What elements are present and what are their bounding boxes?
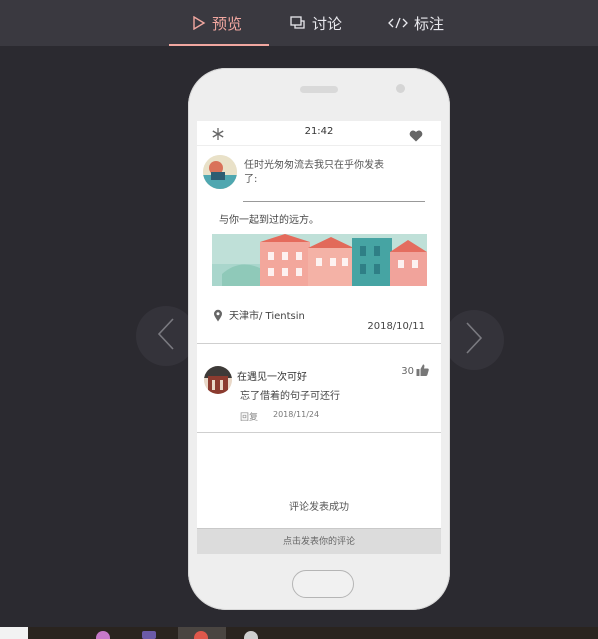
phone-speaker [300,86,338,93]
post-date: 2018/10/11 [367,321,425,332]
chat-icon [290,16,306,30]
comment-like-button[interactable]: 30 [401,364,429,379]
comment-input-bar[interactable]: 点击发表你的评论 [197,528,441,554]
prev-button[interactable] [136,306,196,366]
tab-preview[interactable]: 预览 [192,0,242,46]
top-bar: 预览 讨论 标注 [0,0,598,46]
comment-date: 2018/11/24 [273,410,320,419]
taskbar [0,627,598,639]
post-text: 与你一起到过的远方。 [219,215,319,226]
code-icon [388,16,408,30]
heart-icon[interactable] [409,127,423,146]
comment-avatar[interactable] [204,366,232,394]
tab-discussion[interactable]: 讨论 [290,0,342,46]
like-count: 30 [401,366,414,377]
chevron-right-icon [465,321,483,359]
phone-frame: 21:42 任时光匆匆流去我只在乎你发表了: 与你一起到过的远方。 天津市/ T… [188,68,450,610]
post-avatar[interactable] [203,155,237,189]
app-icon[interactable] [96,631,110,639]
post-image[interactable] [212,234,427,286]
home-button[interactable] [292,570,354,598]
app-icon[interactable] [194,631,208,639]
status-bar: 21:42 [197,121,441,146]
phone-camera [396,84,405,93]
tab-annotation[interactable]: 标注 [388,0,444,46]
section-divider [197,343,441,344]
app-icon[interactable] [244,631,258,639]
active-tab-indicator [169,44,269,46]
post-title: 任时光匆匆流去我只在乎你发表了: [244,160,384,185]
thumbs-up-icon [416,364,429,379]
phone-screen: 21:42 任时光匆匆流去我只在乎你发表了: 与你一起到过的远方。 天津市/ T… [197,121,441,554]
post-location[interactable]: 天津市/ Tientsin [229,307,305,322]
divider [243,201,425,202]
location-pin-icon [213,307,223,326]
comment-username[interactable]: 在遇见一次可好 [237,368,307,383]
success-message: 评论发表成功 [289,502,349,513]
comment-text: 忘了借着的句子可还行 [240,391,340,402]
play-icon [192,16,206,30]
next-button[interactable] [444,310,504,370]
tab-label: 讨论 [312,14,343,33]
tab-label: 标注 [414,14,445,33]
reply-button[interactable]: 回复 [240,410,258,423]
chevron-left-icon [157,317,175,355]
section-divider [197,432,441,433]
tab-label: 预览 [212,14,243,33]
taskbar-start[interactable] [0,627,28,639]
app-icon[interactable] [142,631,156,639]
status-time: 21:42 [304,126,334,137]
